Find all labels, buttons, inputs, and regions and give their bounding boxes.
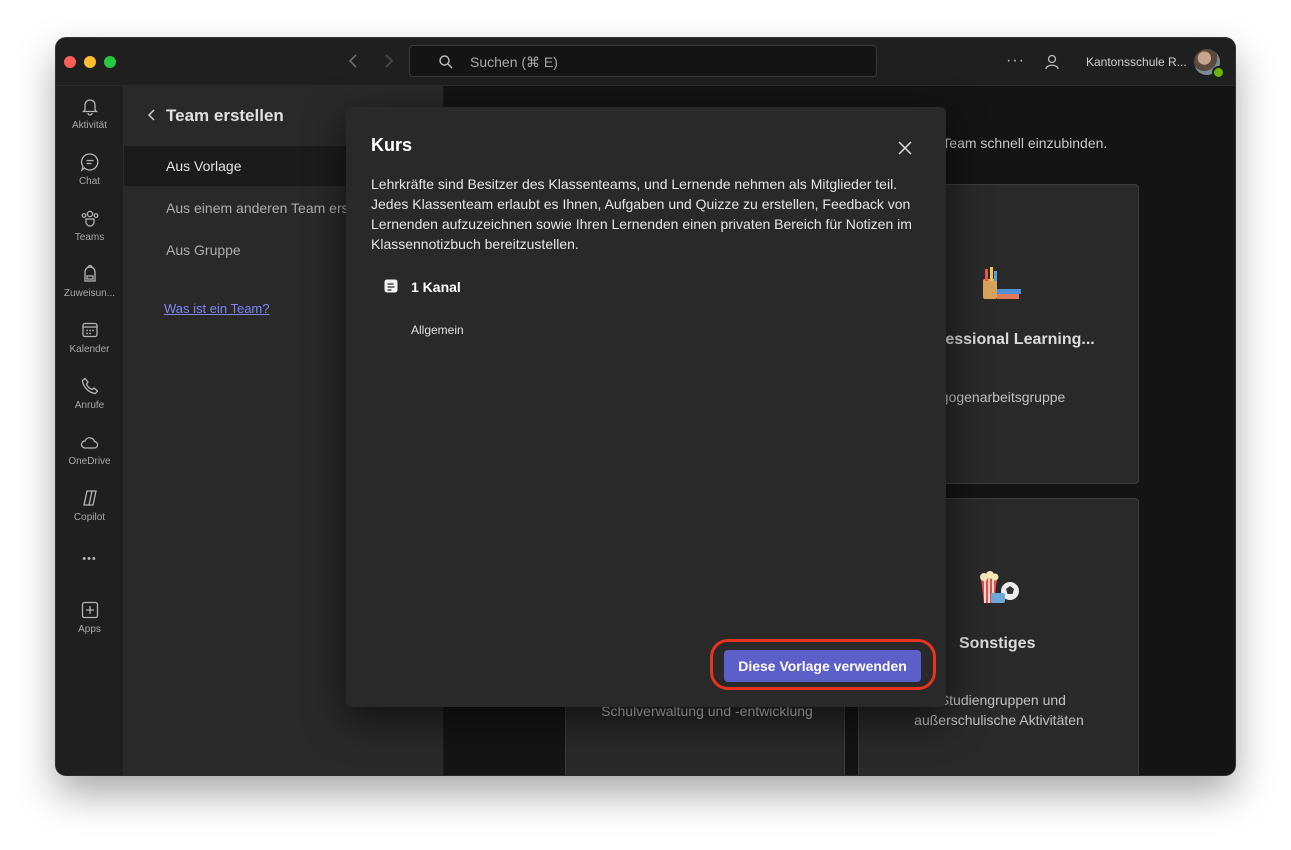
zoom-window-button[interactable] [104, 56, 116, 68]
forward-arrow-icon[interactable] [378, 51, 398, 71]
card-title-professional: fessional Learning... [940, 331, 1095, 348]
calendar-icon [81, 322, 98, 338]
rail-item-assignments[interactable]: Zuweisun... [56, 264, 123, 299]
rail-item-copilot[interactable]: Copilot [56, 488, 123, 523]
chat-icon [80, 153, 98, 172]
highlight-annotation [710, 639, 936, 690]
add-app-icon [81, 601, 98, 619]
rail-item-apps[interactable]: Apps [56, 600, 123, 635]
organization-name[interactable]: Kantonsschule R... [1086, 55, 1187, 69]
back-chevron-icon[interactable] [144, 107, 160, 123]
cloud-icon [80, 437, 98, 449]
rail-item-calls[interactable]: Anrufe [56, 376, 123, 411]
panel-title: Team erstellen [166, 106, 284, 125]
pencil-cup-books-icon [983, 267, 1021, 299]
what-is-team-link[interactable]: Was ist ein Team? [164, 301, 270, 316]
phone-icon [81, 377, 98, 395]
more-icon: ••• [82, 553, 97, 565]
rail-item-more[interactable]: ••• [56, 549, 123, 567]
card-desc-professional: agogenarbeitsgruppe [933, 389, 1066, 405]
back-arrow-icon[interactable] [344, 51, 364, 71]
channel-icon [384, 279, 398, 293]
backpack-icon [83, 264, 96, 282]
copilot-icon [82, 490, 97, 506]
card-title-other: Sonstiges [959, 635, 1036, 652]
teams-icon [81, 210, 98, 227]
rail-item-activity[interactable]: Aktivität [56, 96, 123, 131]
close-icon[interactable] [897, 140, 913, 156]
people-settings-icon[interactable] [1044, 53, 1062, 71]
rail-item-onedrive[interactable]: OneDrive [56, 434, 123, 467]
template-dialog: Kurs Lehrkräfte sind Besitzer des Klasse… [346, 107, 946, 707]
teams-window: Suchen (⌘ E) ··· Kantonsschule R... Akti… [56, 38, 1235, 775]
dialog-title: Kurs [371, 135, 413, 155]
rail-item-calendar[interactable]: Kalender [56, 320, 123, 355]
title-bar: Suchen (⌘ E) ··· Kantonsschule R... [56, 38, 1235, 86]
app-rail: Aktivität Chat Teams Zuweisun... Kalende… [56, 86, 124, 775]
search-icon [439, 55, 453, 69]
minimize-window-button[interactable] [84, 56, 96, 68]
close-window-button[interactable] [64, 56, 76, 68]
channel-name: Allgemein [411, 323, 464, 337]
dialog-description: Lehrkräfte sind Besitzer des Klassenteam… [371, 176, 912, 252]
search-bar[interactable]: Suchen (⌘ E) [409, 45, 877, 77]
rail-item-chat[interactable]: Chat [56, 152, 123, 187]
intro-text: r Team schnell einzubinden. [934, 135, 1108, 151]
popcorn-soccer-icon [980, 571, 1019, 603]
more-options-icon[interactable]: ··· [1006, 52, 1025, 70]
channel-count: 1 Kanal [411, 279, 461, 295]
search-placeholder: Suchen (⌘ E) [470, 54, 558, 70]
bell-icon [81, 99, 98, 116]
presence-available-icon [1212, 66, 1225, 79]
rail-item-teams[interactable]: Teams [56, 208, 123, 243]
